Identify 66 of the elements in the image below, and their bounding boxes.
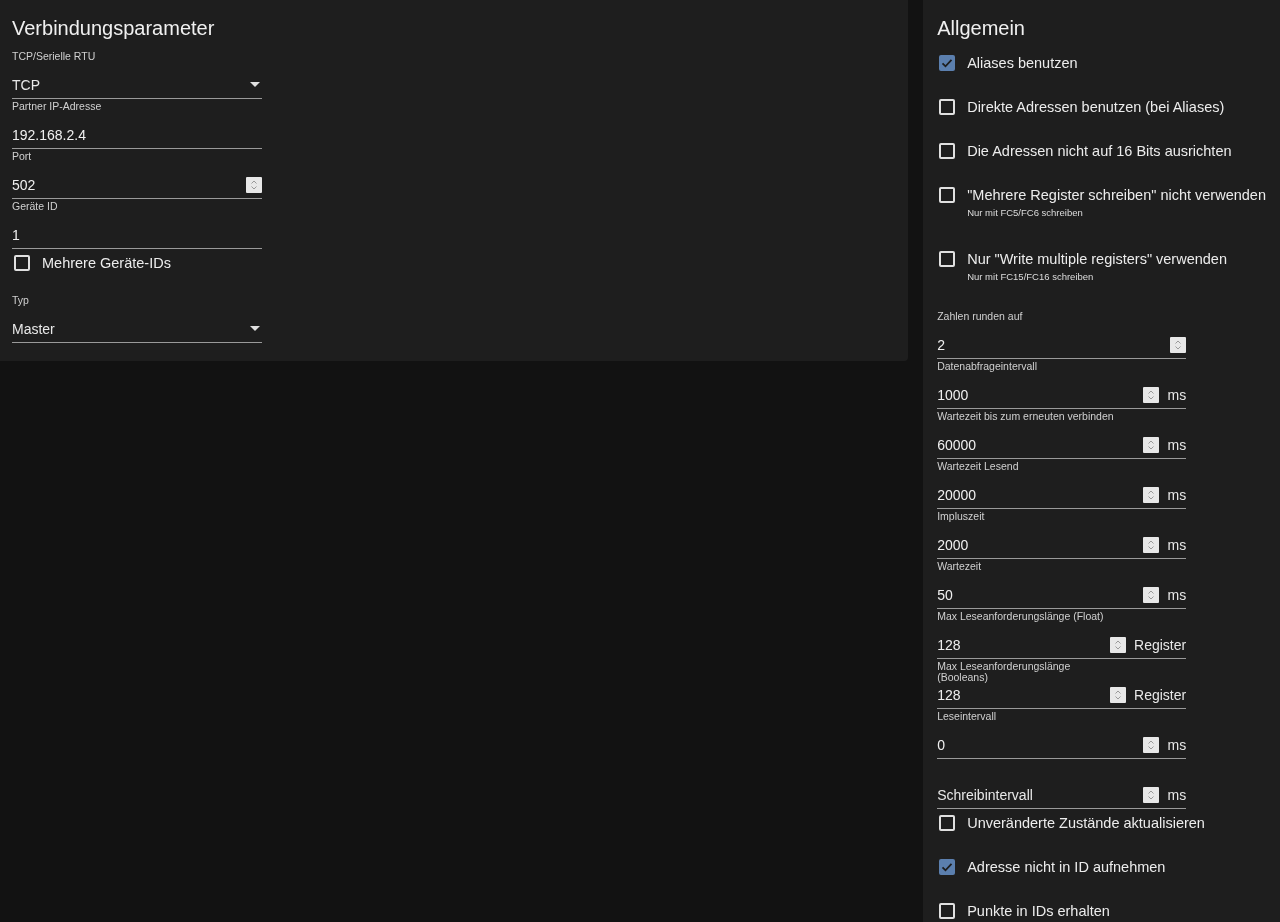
field-label: Typ: [12, 295, 30, 306]
input-field[interactable]: 128: [937, 686, 1102, 703]
dropdown[interactable]: Master: [12, 317, 262, 343]
panel-title: Verbindungsparameter: [12, 16, 216, 41]
field-label: Port: [12, 151, 33, 162]
checkbox-label[interactable]: Adresse nicht in ID aufnehmen: [967, 859, 1166, 875]
dropdown[interactable]: TCP: [12, 73, 262, 99]
input-field[interactable]: 0: [937, 736, 1136, 753]
field-label: Geräte ID: [12, 201, 59, 212]
spinner-icon[interactable]: [1110, 636, 1126, 653]
input-field[interactable]: 20000: [937, 486, 1136, 503]
unit-label: ms: [1167, 786, 1187, 803]
checkbox-label[interactable]: "Mehrere Register schreiben" nicht verwenden: [967, 187, 1266, 203]
field-label: Partner IP-Adresse: [12, 101, 103, 112]
spinner-icon[interactable]: [1143, 486, 1160, 503]
checkbox-label[interactable]: Die Adressen nicht auf 16 Bits ausrichten: [967, 143, 1232, 159]
checkbox-label[interactable]: Unveränderte Zustände aktualisieren: [967, 815, 1205, 831]
field-label: TCP/Serielle RTU: [12, 51, 97, 62]
unit-label: ms: [1167, 386, 1187, 403]
checkbox-label[interactable]: Punkte in IDs erhalten: [967, 903, 1110, 919]
spinner-icon[interactable]: [1143, 436, 1160, 453]
input-field[interactable]: 128: [937, 636, 1102, 653]
checkbox-hint: Nur mit FC15/FC16 schreiben: [967, 271, 1095, 282]
input-field[interactable]: Schreibintervall: [937, 786, 1136, 803]
spinner-icon[interactable]: [1143, 386, 1160, 403]
unit-label: Register: [1134, 636, 1187, 653]
unit-label: ms: [1167, 736, 1187, 753]
field-label: Max Leseanforderungslänge (Booleans): [937, 661, 1072, 683]
input-field[interactable]: 1000: [937, 386, 1136, 403]
unit-label: Register: [1134, 686, 1187, 703]
field-label: Wartezeit Lesend: [937, 461, 1020, 472]
input-field[interactable]: 50: [937, 586, 1136, 603]
spinner-icon[interactable]: [1170, 336, 1187, 353]
input-field[interactable]: 502: [12, 176, 238, 193]
spinner-icon[interactable]: [1110, 686, 1126, 703]
field-label: Leseintervall: [937, 711, 998, 722]
unit-label: ms: [1167, 586, 1187, 603]
spinner-icon[interactable]: [1143, 786, 1160, 803]
checkbox-hint: Nur mit FC5/FC6 schreiben: [967, 207, 1084, 218]
input-field[interactable]: 2000: [937, 536, 1136, 553]
caret-icon: [250, 326, 260, 331]
spinner-icon[interactable]: [1143, 536, 1160, 553]
field-label: Wartezeit bis zum erneuten verbinden: [937, 411, 1115, 422]
checkbox-label[interactable]: Aliases benutzen: [967, 55, 1078, 71]
input-field[interactable]: 2: [937, 336, 1163, 353]
input-field[interactable]: 1: [12, 226, 262, 243]
input-field[interactable]: 60000: [937, 436, 1136, 453]
unit-label: ms: [1167, 536, 1187, 553]
checkbox[interactable]: [939, 55, 956, 71]
field-label: Datenabfrageintervall: [937, 361, 1038, 372]
field-label: Zahlen runden auf: [937, 311, 1024, 322]
unit-label: ms: [1167, 486, 1187, 503]
field-label: Max Leseanforderungslänge (Float): [937, 611, 1105, 622]
checkbox-label[interactable]: Direkte Adressen benutzen (bei Aliases): [967, 99, 1225, 115]
checkbox-label[interactable]: Nur "Write multiple registers" verwenden: [967, 251, 1227, 267]
input-field[interactable]: 192.168.2.4: [12, 126, 262, 143]
spinner-icon[interactable]: [1143, 586, 1160, 603]
spinner-icon[interactable]: [1143, 736, 1160, 753]
checkbox-label[interactable]: Mehrere Geräte-IDs: [42, 255, 171, 271]
checkbox[interactable]: [939, 859, 956, 875]
spinner-icon[interactable]: [246, 176, 262, 193]
field-label: Wartezeit: [937, 561, 983, 572]
field-label: Impluszeit: [937, 511, 986, 522]
panel-title: Allgemein: [937, 16, 1026, 41]
caret-icon: [250, 82, 260, 87]
unit-label: ms: [1167, 436, 1187, 453]
